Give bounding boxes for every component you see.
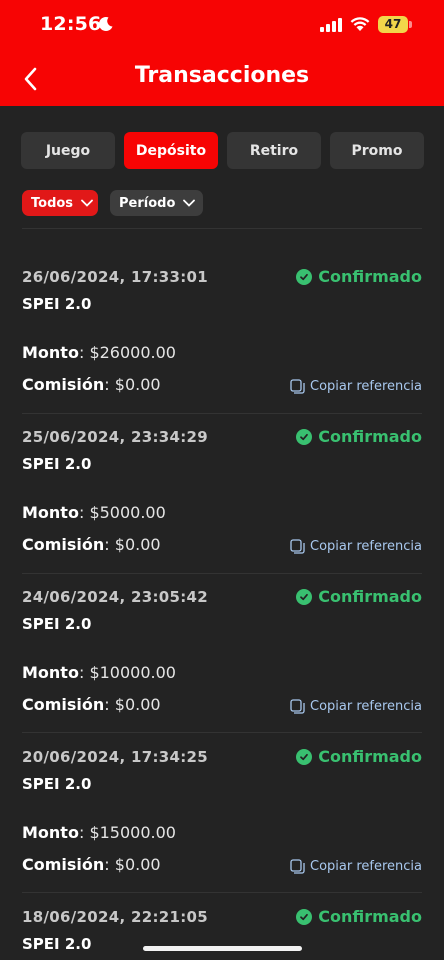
wifi-icon — [350, 17, 370, 31]
moon-icon — [98, 17, 113, 32]
check-circle-icon — [296, 428, 313, 445]
transaction-item: 18/06/2024, 22:21:05 SPEI 2.0 Confirmado — [0, 908, 444, 960]
period-filter-dropdown[interactable]: Período — [110, 190, 203, 216]
copy-icon — [290, 859, 305, 874]
fee-label: Comisión — [22, 535, 105, 554]
fee-value: $0.00 — [114, 695, 161, 714]
fee-label: Comisión — [22, 695, 105, 714]
amount-label: Monto — [22, 503, 79, 522]
battery-cap — [409, 21, 412, 28]
status-badge: Confirmado — [296, 587, 422, 606]
transaction-item: 26/06/2024, 17:33:01 SPEI 2.0 Confirmado… — [0, 267, 444, 428]
fee-row: Comisión: $0.00 — [22, 695, 161, 714]
amount-value: $5000.00 — [89, 503, 166, 522]
period-filter-label: Período — [119, 195, 176, 211]
battery-level: 47 — [378, 16, 408, 33]
fee-label: Comisión — [22, 855, 105, 874]
filter-bar: Todos Período — [22, 190, 322, 218]
tab-juego[interactable]: Juego — [21, 132, 115, 169]
amount-value: $15000.00 — [89, 823, 176, 842]
divider — [22, 228, 422, 229]
home-indicator[interactable] — [143, 946, 302, 951]
tab-deposito[interactable]: Depósito — [124, 132, 218, 169]
status-badge: Confirmado — [296, 747, 422, 766]
copy-icon — [290, 539, 305, 554]
copy-reference-label: Copiar referencia — [310, 379, 422, 394]
transaction-datetime: 26/06/2024, 17:33:01 — [22, 268, 208, 286]
amount-row: Monto: $10000.00 — [22, 663, 176, 682]
divider — [22, 732, 422, 733]
fee-row: Comisión: $0.00 — [22, 855, 161, 874]
status-text: Confirmado — [318, 747, 422, 766]
status-time: 12:56 — [40, 13, 102, 35]
tab-retiro[interactable]: Retiro — [227, 132, 321, 169]
copy-reference-button[interactable]: Copiar referencia — [290, 859, 422, 874]
transaction-item: 20/06/2024, 17:34:25 SPEI 2.0 Confirmado… — [0, 747, 444, 908]
copy-reference-label: Copiar referencia — [310, 539, 422, 554]
tab-promo[interactable]: Promo — [330, 132, 424, 169]
status-filter-label: Todos — [31, 195, 74, 211]
transaction-method: SPEI 2.0 — [22, 615, 92, 633]
fee-label: Comisión — [22, 375, 105, 394]
amount-value: $10000.00 — [89, 663, 176, 682]
page-title: Transacciones — [134, 63, 310, 88]
transaction-datetime: 20/06/2024, 17:34:25 — [22, 748, 208, 766]
amount-label: Monto — [22, 343, 79, 362]
chevron-down-icon — [81, 199, 93, 207]
fee-value: $0.00 — [114, 375, 161, 394]
amount-value: $26000.00 — [89, 343, 176, 362]
status-text: Confirmado — [318, 908, 422, 926]
chevron-down-icon — [183, 199, 196, 207]
transaction-datetime: 25/06/2024, 23:34:29 — [22, 428, 208, 446]
transaction-method: SPEI 2.0 — [22, 775, 92, 793]
status-text: Confirmado — [318, 427, 422, 446]
fee-value: $0.00 — [114, 535, 161, 554]
copy-icon — [290, 699, 305, 714]
check-circle-icon — [296, 268, 313, 285]
transaction-datetime: 18/06/2024, 22:21:05 — [22, 908, 208, 926]
amount-label: Monto — [22, 663, 79, 682]
transaction-datetime: 24/06/2024, 23:05:42 — [22, 588, 208, 606]
copy-reference-button[interactable]: Copiar referencia — [290, 379, 422, 394]
status-text: Confirmado — [318, 587, 422, 606]
transaction-method: SPEI 2.0 — [22, 455, 92, 473]
transaction-item: 25/06/2024, 23:34:29 SPEI 2.0 Confirmado… — [0, 427, 444, 588]
status-filter-dropdown[interactable]: Todos — [22, 190, 98, 216]
copy-reference-button[interactable]: Copiar referencia — [290, 699, 422, 714]
status-badge: Confirmado — [296, 908, 422, 926]
check-circle-icon — [296, 748, 313, 765]
amount-row: Monto: $26000.00 — [22, 343, 176, 362]
copy-reference-label: Copiar referencia — [310, 699, 422, 714]
app-header: 12:56 47 Transacciones — [0, 0, 444, 106]
amount-row: Monto: $5000.00 — [22, 503, 166, 522]
transaction-method: SPEI 2.0 — [22, 935, 92, 953]
copy-reference-label: Copiar referencia — [310, 859, 422, 874]
check-circle-icon — [296, 588, 313, 605]
divider — [22, 573, 422, 574]
check-circle-icon — [296, 908, 313, 925]
copy-reference-button[interactable]: Copiar referencia — [290, 539, 422, 554]
fee-value: $0.00 — [114, 855, 161, 874]
transaction-type-tabs: Juego Depósito Retiro Promo — [21, 132, 424, 170]
fee-row: Comisión: $0.00 — [22, 375, 161, 394]
status-bar: 12:56 47 — [0, 0, 444, 52]
fee-row: Comisión: $0.00 — [22, 535, 161, 554]
divider — [22, 892, 422, 893]
copy-icon — [290, 379, 305, 394]
divider — [22, 413, 422, 414]
status-badge: Confirmado — [296, 427, 422, 446]
status-badge: Confirmado — [296, 267, 422, 286]
status-text: Confirmado — [318, 267, 422, 286]
amount-row: Monto: $15000.00 — [22, 823, 176, 842]
transaction-item: 24/06/2024, 23:05:42 SPEI 2.0 Confirmado… — [0, 587, 444, 748]
signal-icon — [320, 18, 342, 32]
transaction-method: SPEI 2.0 — [22, 295, 92, 313]
amount-label: Monto — [22, 823, 79, 842]
